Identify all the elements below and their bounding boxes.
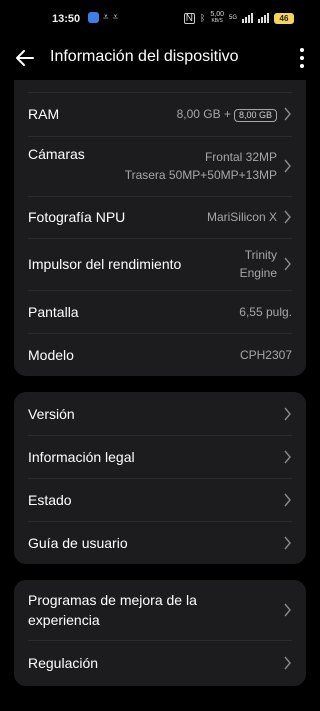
chevron-right-icon [284, 536, 291, 549]
spec-row-performance[interactable]: Impulsor del rendimiento Trinity Engine [14, 238, 306, 290]
list-item-label: Regulación [28, 655, 99, 671]
spec-value: 6,55 pulg. [239, 304, 292, 319]
list-item-version[interactable]: Versión [14, 392, 306, 435]
network-type: 5G [228, 15, 237, 21]
nfc-icon: N [183, 12, 195, 24]
spec-label: Modelo [28, 346, 74, 363]
app-notification-icon [88, 12, 99, 23]
spec-value-line2: Trasera 50MP+50MP+13MP [124, 168, 277, 182]
spec-value: Trinity [244, 248, 277, 262]
spec-value: Frontal 32MP [204, 150, 277, 164]
status-right: N ᛒ 5,00 KB/S 5G 46 [183, 11, 294, 25]
download-done-icon: ⩡ [103, 12, 109, 23]
specs-card: RAM 8,00 GB +8,00 GB Cámaras Frontal 32M… [14, 80, 306, 376]
list-item-regulation[interactable]: Regulación [14, 640, 306, 686]
list-item-legal[interactable]: Información legal [14, 435, 306, 478]
ram-extension-badge: 8,00 GB [233, 109, 277, 122]
list-item-label: Guía de usuario [28, 534, 128, 551]
notification-icons: ⩡ ⩡ [88, 12, 118, 23]
page-title: Información del dispositivo [50, 48, 239, 65]
chevron-right-icon [284, 210, 291, 224]
spec-label: RAM [28, 106, 60, 122]
network-speed: 5,00 KB/S [210, 11, 224, 24]
bluetooth-icon: ᛒ [199, 13, 206, 23]
spec-value: CPH2307 [239, 347, 292, 362]
spec-row-cameras[interactable]: Cámaras Frontal 32MP Trasera 50MP+50MP+1… [14, 136, 306, 196]
status-time: 13:50 [52, 13, 81, 25]
spec-row-model: Modelo CPH2307 [14, 333, 306, 376]
more-options-icon[interactable] [298, 48, 306, 68]
chevron-right-icon [284, 257, 291, 271]
spec-row-npu[interactable]: Fotografía NPU MariSilicon X [14, 196, 306, 238]
status-bar: 13:50 ⩡ ⩡ N ᛒ 5,00 KB/S 5G 46 [0, 0, 320, 36]
spec-row-display: Pantalla 6,55 pulg. [14, 290, 306, 333]
spec-label: Impulsor del rendimiento [28, 256, 182, 272]
chevron-right-icon [284, 407, 291, 420]
extra-card: Programas de mejora de la experiencia Re… [14, 580, 306, 686]
list-item-label: Programas de mejora de la experiencia [28, 592, 197, 628]
spec-label: Fotografía NPU [28, 209, 126, 225]
chevron-right-icon [284, 603, 291, 617]
list-item-experience-program[interactable]: Programas de mejora de la experiencia [14, 580, 306, 640]
chevron-right-icon [284, 159, 291, 173]
back-arrow-icon[interactable] [12, 45, 38, 71]
app-bar: Información del dispositivo [0, 36, 320, 80]
spec-label: Cámaras [28, 146, 85, 162]
download-done-icon: ⩡ [112, 12, 119, 23]
spec-row-ram[interactable]: RAM 8,00 GB +8,00 GB [14, 92, 306, 136]
signal-icon [242, 13, 253, 23]
list-item-label: Versión [28, 405, 75, 422]
signal-icon [258, 13, 269, 23]
spec-label: Pantalla [28, 303, 79, 320]
spec-value: MariSilicon X [206, 210, 277, 224]
spec-value: 8,00 GB + [176, 107, 231, 121]
list-item-status[interactable]: Estado [14, 478, 306, 521]
info-card: Versión Información legal Estado Guía de… [14, 392, 306, 564]
spec-row-partial [14, 80, 306, 92]
chevron-right-icon [284, 493, 291, 506]
list-item-label: Información legal [28, 448, 135, 465]
chevron-right-icon [284, 656, 291, 670]
list-item-label: Estado [28, 491, 72, 508]
battery-icon: 46 [274, 12, 294, 24]
list-item-user-guide[interactable]: Guía de usuario [14, 521, 306, 564]
chevron-right-icon [284, 107, 291, 121]
chevron-right-icon [284, 450, 291, 463]
spec-value-line2: Engine [239, 266, 277, 280]
